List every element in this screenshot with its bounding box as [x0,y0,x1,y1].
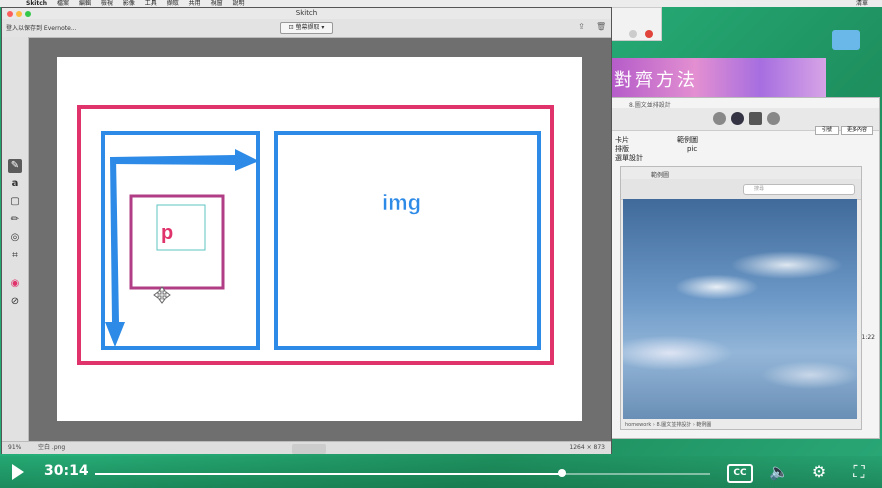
pen-tool-icon[interactable]: ✎ [8,159,22,173]
skitch-titlebar: Skitch [2,8,611,19]
list-item[interactable]: 卡片 範例圖 [609,136,769,145]
outer-box [77,105,554,365]
settings-gear-icon[interactable]: ⚙ [808,462,830,482]
preview-title: 範例圖 [651,172,670,179]
close-button[interactable] [7,11,13,17]
pixelate-tool-icon[interactable]: ◎ [8,231,22,245]
menu-right-status[interactable]: 清單 [856,0,868,7]
app-icon[interactable] [767,112,780,125]
desktop-folder-icon[interactable] [832,30,860,50]
browser-icon [629,30,637,38]
img-label: img [382,190,421,215]
crop-tool-icon[interactable]: ⌗ [8,249,22,263]
capture-mode-select[interactable]: ⊡ 螢幕擷取 ▾ [280,22,333,34]
tool-palette: ✎ a ▢ ✏ ◎ ⌗ ◉ ⊘ [2,37,29,441]
menu-window[interactable]: 視窗 [211,0,223,7]
fullscreen-icon[interactable]: ⛶ [846,462,872,482]
menu-tools[interactable]: 工具 [145,0,157,7]
list-item[interactable]: 選單設計 [609,154,769,163]
menu-edit[interactable]: 編輯 [79,0,91,7]
horizontal-arrow-icon [111,149,259,171]
volume-icon[interactable]: 🔈 [768,462,790,482]
menu-image[interactable]: 影像 [123,0,135,7]
rectangle-tool-icon[interactable]: ▢ [8,195,22,209]
drag-handle-icon[interactable] [292,444,326,454]
play-icon[interactable] [12,464,24,480]
progress-fill [95,473,563,475]
finder-toolbar-button[interactable] [713,112,726,125]
menu-capture[interactable]: 擷取 [167,0,179,7]
skitch-canvas[interactable]: img p [57,57,582,421]
crop-icon: ⊡ [288,24,296,31]
share-icon[interactable]: ⇪ [577,22,586,32]
image-dimensions: 1264 × 873 [569,444,605,451]
img-box [274,131,541,350]
capture-mode-label: 螢幕擷取 [295,24,320,31]
captions-button[interactable]: CC [727,464,753,483]
banner-image: 對齊方法 [608,58,826,98]
minimize-button[interactable] [16,11,22,17]
color-picker-icon[interactable]: ◉ [8,277,22,291]
finder-list: 卡片 範例圖 排版 pic 選單設計 [609,136,769,163]
menu-view[interactable]: 檢視 [101,0,113,7]
skitch-window[interactable]: Skitch 登入以保存到 Evernote... ⊡ 螢幕擷取 ▾ ⇪ 🗑 ✎… [1,7,612,454]
browser-window-strip[interactable] [608,7,662,41]
annotation-layer: img p [77,105,554,365]
preview-window[interactable]: 範例圖 搜尋 homework › 8.圖文並排設計 › 範例圖 [620,166,862,430]
app-icon[interactable] [749,112,762,125]
trash-icon[interactable]: 🗑 [596,22,606,32]
text-tool-icon[interactable]: a [8,177,22,191]
video-controls: 30:14 CC 🔈 ⚙ ⛶ [0,456,882,488]
menu-share[interactable]: 共用 [189,0,201,7]
marker-tool-icon[interactable]: ✏ [8,213,22,227]
menu-app-name[interactable]: Skitch [26,0,47,7]
stop-icon [645,30,653,38]
path-bar: homework › 8.圖文並排設計 › 範例圖 [625,422,712,428]
left-box [101,131,260,350]
save-to-evernote-link[interactable]: 登入以保存到 Evernote... [6,23,77,32]
file-format[interactable]: 空白 .png [38,442,65,454]
menu-help[interactable]: 說明 [233,0,245,7]
vertical-arrow-icon [105,157,125,347]
chevron-down-icon: ▾ [319,24,325,31]
current-time: 30:14 [44,463,89,479]
progress-bar[interactable] [95,469,710,477]
preview-toolbar: 搜尋 [621,179,861,200]
skitch-statusbar: 91% 空白 .png 1264 × 873 [2,441,611,454]
skitch-toolbar: 登入以保存到 Evernote... ⊡ 螢幕擷取 ▾ ⇪ 🗑 [2,19,611,38]
stroke-size-icon[interactable]: ⊘ [8,295,22,309]
menu-bar: Skitch 檔案 編輯 檢視 影像 工具 擷取 共用 視窗 說明 清單 [0,0,882,7]
finder-button-1[interactable]: 引號 [815,126,839,135]
list-item[interactable]: 排版 pic [609,145,769,154]
p-box [129,194,225,290]
menu-file[interactable]: 檔案 [57,0,69,7]
sky-photo [623,199,857,419]
p-label: p [161,222,173,244]
search-input[interactable]: 搜尋 [743,184,855,195]
progress-knob[interactable] [558,469,567,477]
banner-text: 對齊方法 [614,70,698,91]
vscode-icon[interactable] [731,112,744,125]
zoom-button[interactable] [25,11,31,17]
finder-button-2[interactable]: 更多內容 [841,126,873,135]
zoom-level[interactable]: 91% [8,442,21,454]
window-title: Skitch [295,9,318,17]
